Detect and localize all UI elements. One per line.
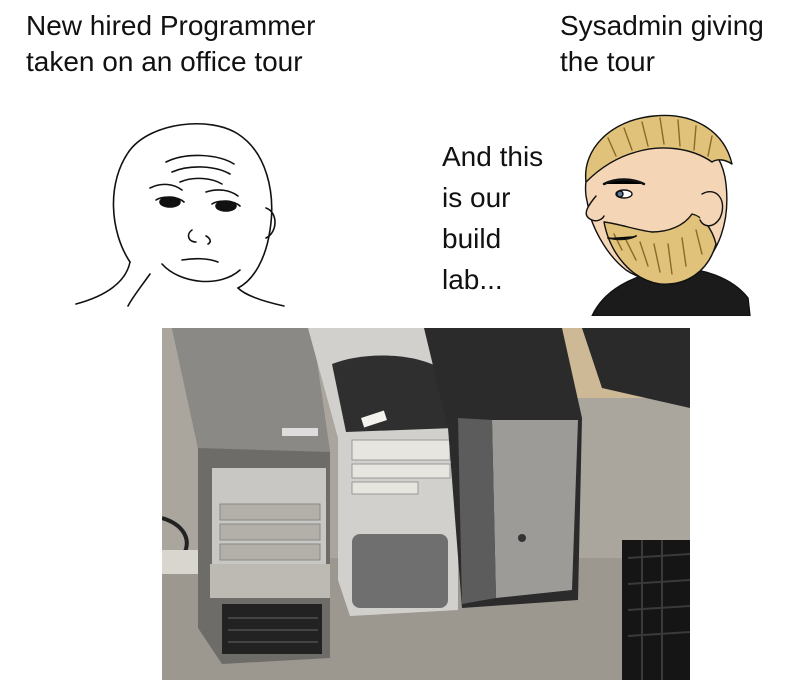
caption-new-programmer: New hired Programmer taken on an office … xyxy=(26,10,316,77)
build-lab-photo xyxy=(162,328,690,680)
crate xyxy=(622,540,690,680)
caption-sysadmin: Sysadmin giving the tour xyxy=(560,10,764,77)
wojak-face-illustration xyxy=(70,112,290,308)
chad-sysadmin-illustration xyxy=(552,104,752,317)
